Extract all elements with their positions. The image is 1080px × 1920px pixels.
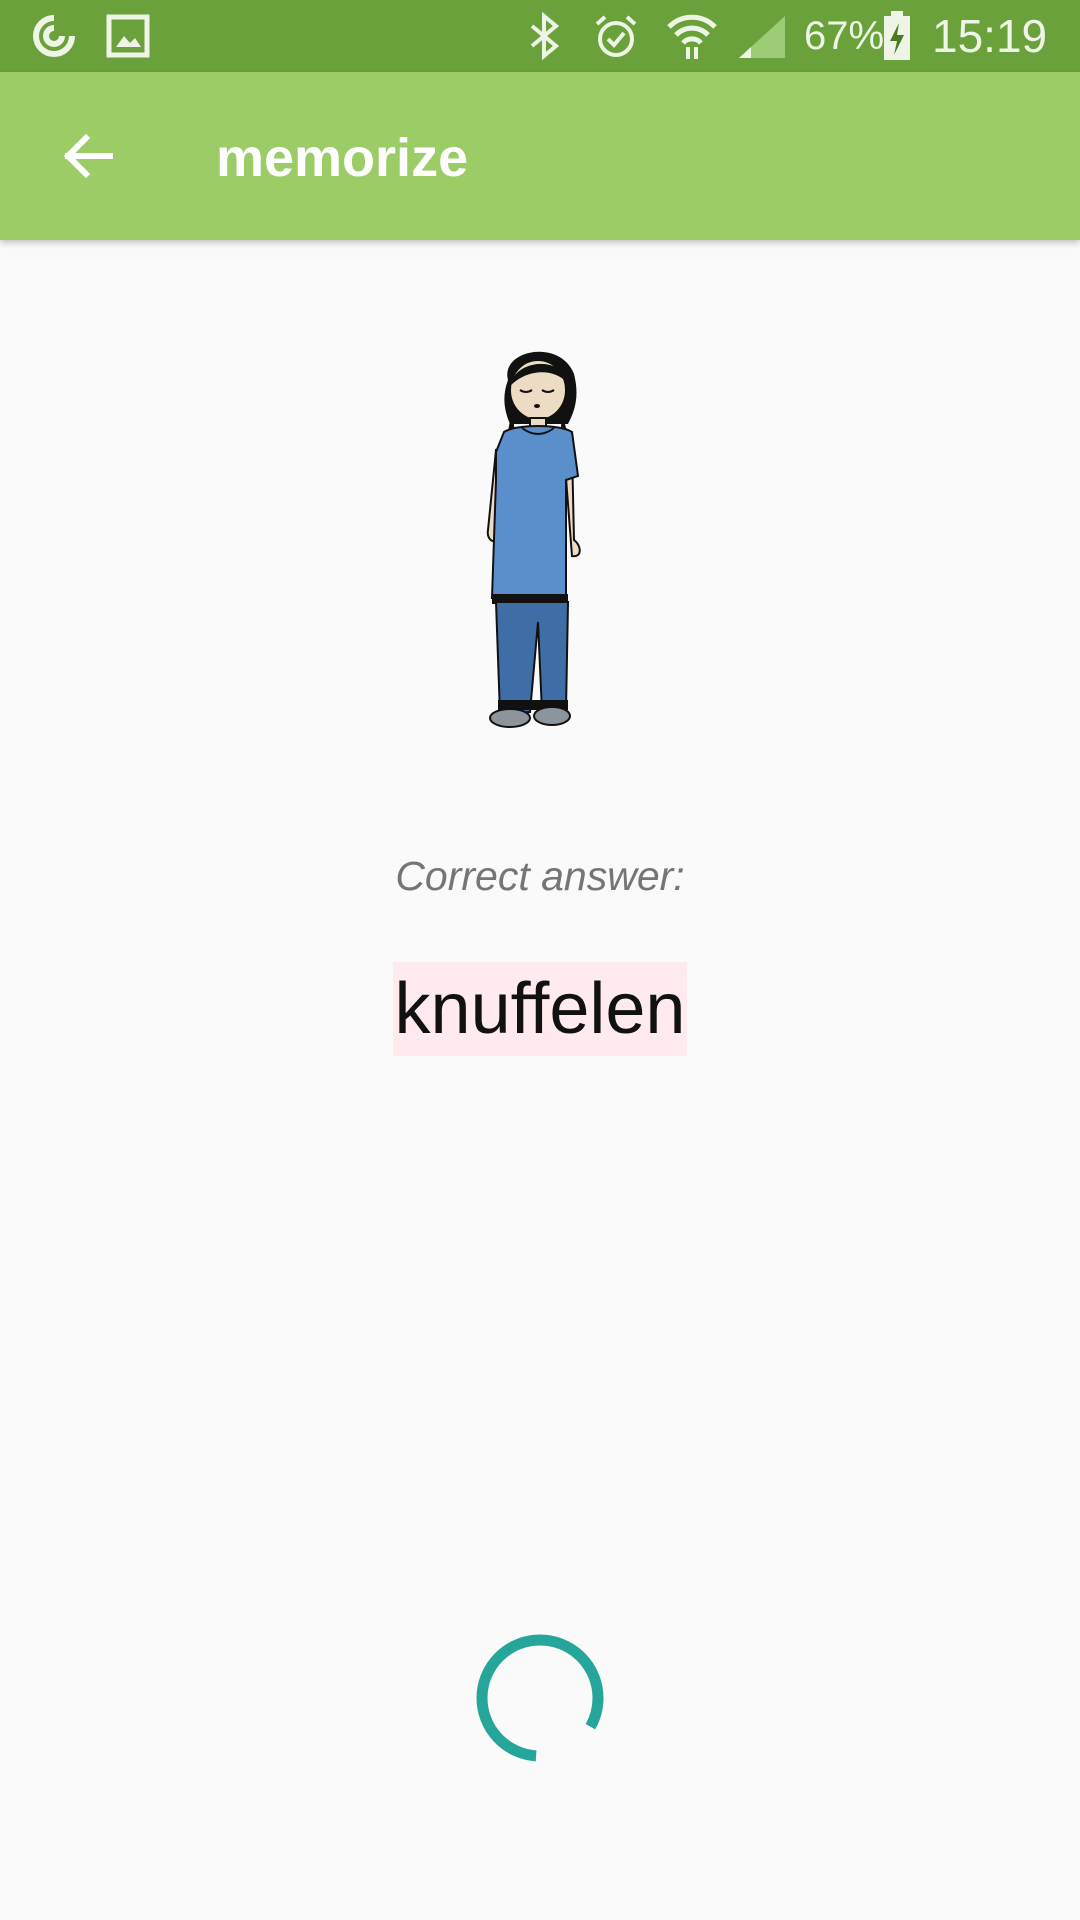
answer-container: knuffelen xyxy=(0,962,1080,1056)
page-title: memorize xyxy=(216,128,469,188)
sync-icon xyxy=(28,12,80,60)
signal-icon xyxy=(736,12,788,60)
bluetooth-icon xyxy=(520,12,568,60)
arrow-left-icon xyxy=(63,133,113,179)
wifi-icon xyxy=(664,12,720,60)
back-button[interactable] xyxy=(40,108,136,204)
battery-charging-icon xyxy=(880,11,914,60)
correct-answer-label: Correct answer: xyxy=(395,853,685,899)
loading-spinner xyxy=(476,1634,604,1762)
battery-percent: 67% xyxy=(804,14,885,58)
status-bar: 67% 15:19 xyxy=(0,0,1080,72)
correct-answer-text: knuffelen xyxy=(392,962,688,1056)
alarm-icon xyxy=(590,12,642,60)
clock: 15:19 xyxy=(932,10,1048,62)
image-icon xyxy=(104,12,152,60)
app-bar: memorize xyxy=(0,72,1080,240)
girl-illustration xyxy=(486,351,581,728)
